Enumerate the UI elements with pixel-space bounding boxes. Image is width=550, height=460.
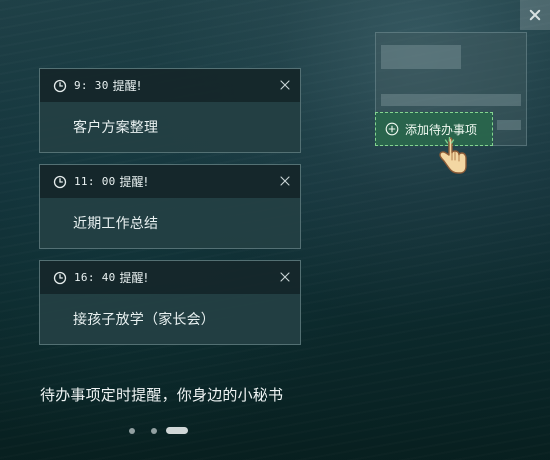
- reminder-label: 提醒!: [119, 271, 149, 285]
- reminder-time: 9: 30: [74, 79, 109, 92]
- add-todo-label: 添加待办事项: [405, 122, 478, 137]
- preview-bar: [381, 94, 521, 106]
- preview-bar: [497, 120, 521, 130]
- reminder-task: 接孩子放学（家长会）: [40, 294, 300, 344]
- reminder-card-1: 9: 30 提醒! 客户方案整理: [39, 68, 301, 153]
- close-icon[interactable]: [278, 78, 292, 92]
- reminder-card-3: 16: 40 提醒! 接孩子放学（家长会）: [39, 260, 301, 345]
- reminder-task: 客户方案整理: [40, 102, 300, 152]
- reminder-label: 提醒!: [112, 79, 142, 93]
- tagline: 待办事项定时提醒，你身边的小秘书: [40, 386, 284, 404]
- window-close-button[interactable]: [520, 0, 550, 30]
- plus-circle-icon: [385, 122, 399, 136]
- reminder-header: 9: 30 提醒!: [40, 69, 300, 102]
- clock-icon: [53, 175, 67, 188]
- reminder-header: 11: 00 提醒!: [40, 165, 300, 198]
- reminder-time: 11: 00: [74, 175, 116, 188]
- pagination-dot-2[interactable]: [151, 428, 157, 434]
- reminder-card-2: 11: 00 提醒! 近期工作总结: [39, 164, 301, 249]
- hand-pointer-icon: [439, 137, 467, 174]
- reminder-label: 提醒!: [119, 175, 149, 189]
- clock-icon: [53, 271, 67, 284]
- pagination-dot-1[interactable]: [129, 428, 135, 434]
- close-icon[interactable]: [278, 174, 292, 188]
- preview-bar: [381, 45, 461, 69]
- reminder-header: 16: 40 提醒!: [40, 261, 300, 294]
- reminder-task: 近期工作总结: [40, 198, 300, 248]
- pagination-dot-3-active[interactable]: [166, 427, 188, 434]
- clock-icon: [53, 79, 67, 92]
- close-icon[interactable]: [278, 270, 292, 284]
- reminder-time: 16: 40: [74, 271, 116, 284]
- pagination-dots: [126, 426, 196, 438]
- close-icon: [528, 8, 542, 22]
- onboarding-screen: 9: 30 提醒! 客户方案整理 11: 00 提醒! 近期工作总结 16: 4…: [0, 0, 550, 460]
